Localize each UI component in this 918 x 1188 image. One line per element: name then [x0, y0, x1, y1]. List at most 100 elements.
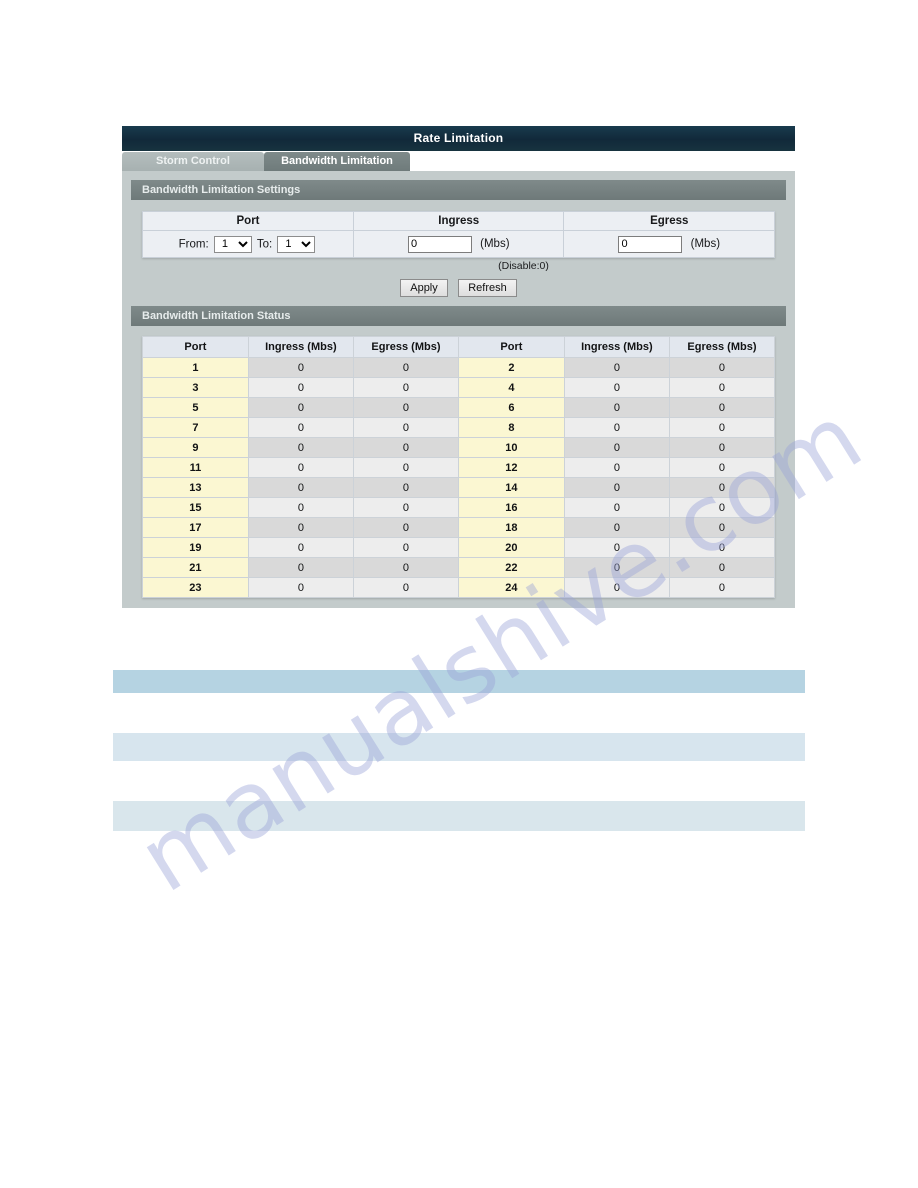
cell-egress-a: 0	[352, 497, 459, 518]
cell-egress-b: 0	[668, 477, 776, 498]
ingress-cell: (Mbs)	[352, 230, 565, 258]
content-bar-2	[113, 733, 805, 761]
port-to-select[interactable]: 123456789101112131415161718192021222324	[277, 235, 316, 253]
cell-egress-b: 0	[668, 577, 776, 598]
apply-button[interactable]: Apply	[400, 279, 448, 297]
table-row: 17 0 0 18 0 0	[142, 517, 776, 538]
cell-ingress-a: 0	[247, 377, 354, 398]
status-col-ingress-a: Ingress (Mbs)	[247, 336, 354, 358]
cell-port-a: 3	[142, 377, 249, 398]
cell-port-a: 17	[142, 517, 249, 538]
cell-port-b: 6	[457, 397, 565, 418]
settings-button-row: Apply Refresh	[122, 272, 795, 306]
cell-port-b: 16	[457, 497, 565, 518]
cell-ingress-b: 0	[563, 417, 670, 438]
cell-port-b: 22	[457, 557, 565, 578]
refresh-button[interactable]: Refresh	[458, 279, 517, 297]
status-section-header: Bandwidth Limitation Status	[131, 306, 786, 326]
status-table-body: 1 0 0 2 0 0 3 0 0 4 0 0 5 0 0 6 0 0 7 0 0 8 0 0 9 0 0 10 0 0 11 0 0 12 0 0 1…	[142, 357, 776, 598]
tab-bandwidth-limitation[interactable]: Bandwidth Limitation	[264, 152, 410, 171]
table-row: 11 0 0 12 0 0	[142, 457, 776, 478]
cell-port-b: 24	[457, 577, 565, 598]
table-row: 300400	[142, 377, 776, 398]
cell-ingress-a: 0	[247, 477, 354, 498]
bandwidth-status-table: Port Ingress (Mbs) Egress (Mbs) Port Ing…	[142, 336, 776, 598]
table-row: 19 0 0 20 0 0	[142, 537, 776, 558]
table-row: 700800	[142, 417, 776, 438]
cell-ingress-b: 0	[563, 497, 670, 518]
table-row: 9 0 0 10 0 0	[142, 437, 776, 458]
cell-port-b: 2	[457, 357, 565, 378]
table-row: 21 0 0 22 0 0	[142, 557, 776, 578]
disable-hint: (Disable:0)	[498, 260, 549, 272]
cell-egress-a: 0	[352, 557, 459, 578]
settings-header-ingress: Ingress	[352, 211, 565, 231]
cell-egress-a: 0	[352, 477, 459, 498]
cell-egress-a: 0	[352, 457, 459, 478]
cell-port-b: 10	[457, 437, 565, 458]
cell-ingress-a: 0	[247, 577, 354, 598]
settings-header-port: Port	[142, 211, 354, 231]
cell-ingress-b: 0	[563, 477, 670, 498]
cell-egress-a: 0	[352, 437, 459, 458]
port-from-select[interactable]: 123456789101112131415161718192021222324	[213, 235, 252, 253]
cell-ingress-a: 0	[247, 557, 354, 578]
cell-port-a: 15	[142, 497, 249, 518]
status-col-port-b: Port	[457, 336, 565, 358]
tab-bar: Storm Control Bandwidth Limitation	[122, 151, 795, 171]
cell-port-a: 21	[142, 557, 249, 578]
cell-port-b: 12	[457, 457, 565, 478]
cell-egress-a: 0	[352, 397, 459, 418]
status-col-port-a: Port	[142, 336, 249, 358]
status-table-head: Port Ingress (Mbs) Egress (Mbs) Port Ing…	[142, 336, 776, 358]
cell-ingress-b: 0	[563, 457, 670, 478]
cell-ingress-a: 0	[247, 357, 354, 378]
cell-port-b: 8	[457, 417, 565, 438]
cell-egress-b: 0	[668, 417, 776, 438]
cell-port-b: 4	[457, 377, 565, 398]
table-row: 15 0 0 16 0 0	[142, 497, 776, 518]
port-range-cell: From: 1234567891011121314151617181920212…	[142, 230, 354, 258]
settings-table: Port Ingress Egress From: 12345678910111…	[142, 211, 775, 258]
settings-input-row: From: 1234567891011121314151617181920212…	[142, 230, 775, 258]
cell-ingress-a: 0	[247, 537, 354, 558]
cell-ingress-a: 0	[247, 497, 354, 518]
cell-ingress-a: 0	[247, 437, 354, 458]
cell-egress-b: 0	[668, 557, 776, 578]
settings-header-row: Port Ingress Egress	[142, 211, 775, 231]
cell-ingress-b: 0	[563, 357, 670, 378]
content-panel: Bandwidth Limitation Settings Port Ingre…	[122, 171, 795, 608]
ingress-input[interactable]	[407, 235, 472, 253]
panel-top-spacer	[122, 171, 795, 180]
cell-ingress-a: 0	[247, 397, 354, 418]
tab-storm-control[interactable]: Storm Control	[122, 152, 264, 171]
cell-egress-b: 0	[668, 457, 776, 478]
content-bar-1	[113, 670, 805, 693]
cell-ingress-b: 0	[563, 377, 670, 398]
cell-port-a: 19	[142, 537, 249, 558]
page-title: Rate Limitation	[122, 126, 795, 151]
cell-port-a: 9	[142, 437, 249, 458]
cell-ingress-a: 0	[247, 517, 354, 538]
cell-egress-b: 0	[668, 397, 776, 418]
status-col-egress-a: Egress (Mbs)	[352, 336, 459, 358]
cell-ingress-a: 0	[247, 457, 354, 478]
cell-egress-a: 0	[352, 357, 459, 378]
settings-section-header: Bandwidth Limitation Settings	[131, 180, 786, 200]
cell-egress-a: 0	[352, 417, 459, 438]
cell-port-a: 11	[142, 457, 249, 478]
egress-unit-label: (Mbs)	[690, 238, 721, 251]
cell-egress-b: 0	[668, 437, 776, 458]
status-header-row: Port Ingress (Mbs) Egress (Mbs) Port Ing…	[142, 336, 776, 358]
cell-port-a: 23	[142, 577, 249, 598]
status-col-ingress-b: Ingress (Mbs)	[563, 336, 670, 358]
status-col-egress-b: Egress (Mbs)	[668, 336, 776, 358]
settings-header-egress: Egress	[563, 211, 775, 231]
egress-input[interactable]	[618, 235, 683, 253]
cell-ingress-a: 0	[247, 417, 354, 438]
cell-egress-a: 0	[352, 377, 459, 398]
cell-egress-b: 0	[668, 537, 776, 558]
cell-egress-b: 0	[668, 517, 776, 538]
cell-egress-a: 0	[352, 517, 459, 538]
table-row: 500600	[142, 397, 776, 418]
